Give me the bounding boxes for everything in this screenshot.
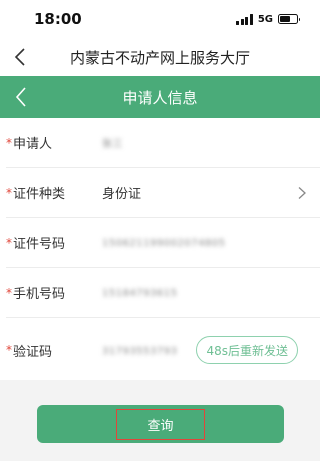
back-button[interactable] — [10, 46, 30, 68]
field-label: 证件种类 — [13, 187, 66, 202]
status-bar: 18:00 5G — [0, 0, 320, 38]
field-id-type[interactable]: * 证件种类 身份证 — [6, 168, 320, 218]
field-label: 申请人 — [13, 137, 53, 152]
status-time: 18:00 — [34, 10, 82, 28]
required-mark: * — [6, 185, 12, 200]
applicant-value: 张三 — [102, 138, 123, 150]
applicant-form: * 申请人 张三 * 证件种类 身份证 * 证件号码 1506211990020… — [0, 118, 320, 382]
field-label: 证件号码 — [13, 237, 66, 252]
required-mark: * — [6, 235, 12, 250]
query-button-label: 查询 — [116, 408, 205, 440]
bottom-action-area: 查询 — [0, 380, 320, 461]
field-applicant: * 申请人 张三 — [6, 118, 320, 168]
chevron-left-icon — [15, 87, 26, 107]
resend-code-button[interactable]: 48s后重新发送 — [196, 336, 298, 364]
network-type: 5G — [257, 13, 273, 25]
section-title: 申请人信息 — [122, 88, 198, 107]
field-label: 验证码 — [13, 344, 53, 360]
id-type-value: 身份证 — [102, 187, 142, 202]
signal-icon — [236, 13, 253, 25]
app-header: 内蒙古不动产网上服务大厅 — [0, 38, 320, 76]
required-mark: * — [6, 135, 12, 150]
required-mark: * — [6, 343, 12, 357]
query-button[interactable]: 查询 — [37, 405, 284, 443]
id-number-value: 150621199002074805 — [102, 238, 226, 249]
chevron-left-icon — [14, 48, 25, 66]
field-label: 手机号码 — [13, 287, 66, 302]
status-indicators: 5G — [236, 13, 300, 25]
phone-value: 15184793615 — [102, 288, 178, 299]
field-phone[interactable]: * 手机号码 15184793615 — [6, 268, 320, 318]
field-verification-code[interactable]: * 验证码 31793553793 48s后重新发送 — [6, 318, 320, 382]
required-mark: * — [6, 285, 12, 300]
section-header: 申请人信息 — [0, 76, 320, 118]
section-back-button[interactable] — [10, 85, 32, 109]
app-title: 内蒙古不动产网上服务大厅 — [69, 48, 250, 67]
battery-icon — [278, 14, 300, 24]
field-id-number[interactable]: * 证件号码 150621199002074805 — [6, 218, 320, 268]
chevron-right-icon — [298, 186, 306, 199]
